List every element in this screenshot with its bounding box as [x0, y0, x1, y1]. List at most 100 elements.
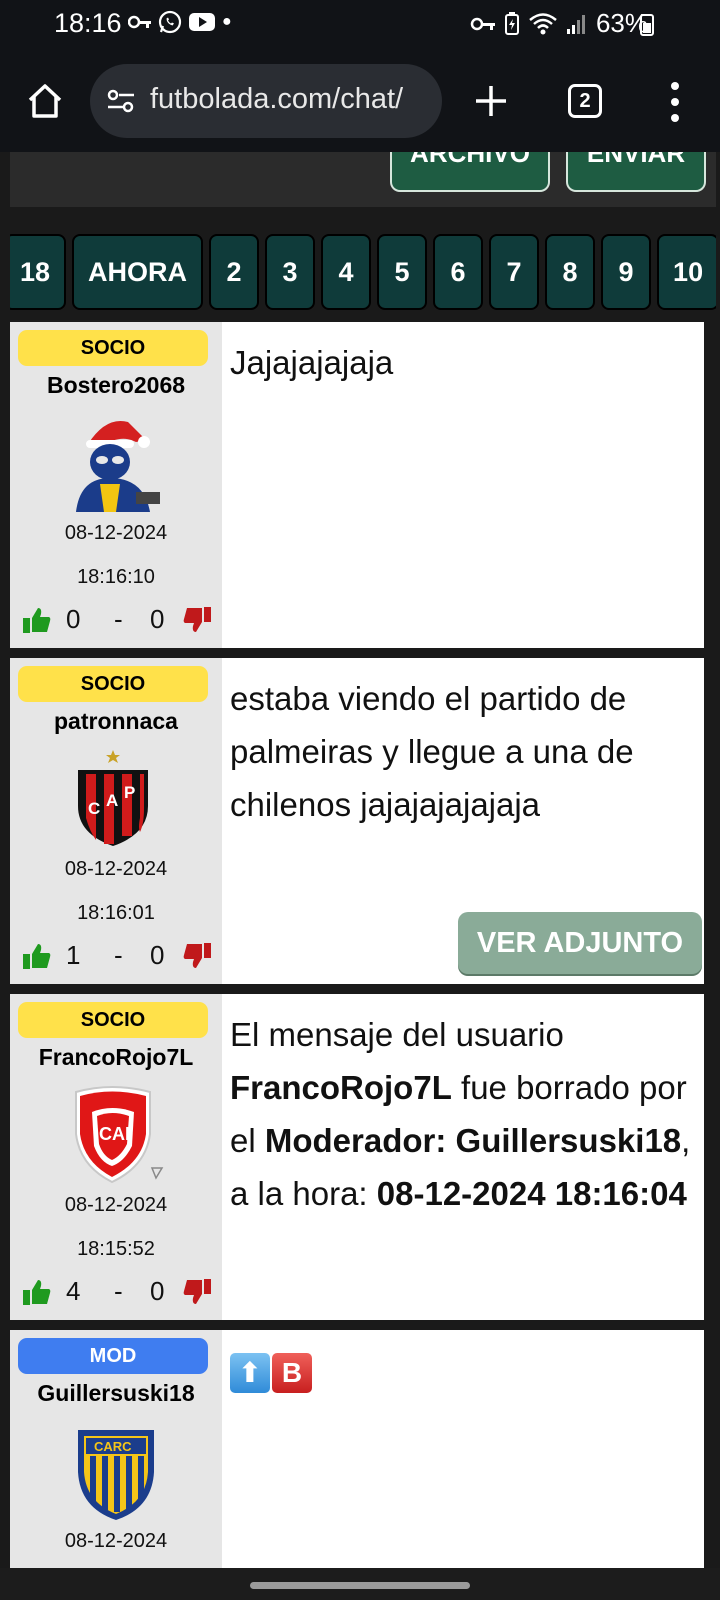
enviar-button[interactable]: ENVIAR [566, 152, 706, 192]
status-time: 18:16 [54, 8, 122, 38]
archivo-label: ARCHIVO [410, 152, 530, 168]
message-author-panel: SOCIO Bostero2068 08-12-2024 18:16:10 0 … [10, 322, 222, 648]
thumbs-up-icon[interactable] [22, 606, 52, 634]
site-settings-icon[interactable] [106, 88, 136, 114]
message-author-panel: MOD Guillersuski18 CARC 08-12-2024 [10, 1330, 222, 1568]
username[interactable]: patronnaca [10, 708, 222, 735]
svg-text:CAI: CAI [99, 1124, 130, 1144]
browser-toolbar: futbolada.com/chat/ 2 [0, 52, 720, 152]
thumbs-up-icon[interactable] [22, 942, 52, 970]
system-icons: 63% [470, 8, 648, 39]
deleted-user: FrancoRojo7L [230, 1069, 452, 1106]
pagination-row: 18 AHORA 2 3 4 5 6 7 8 9 10 [10, 234, 716, 310]
likes-count: 0 [66, 604, 81, 634]
svg-text:CARC: CARC [94, 1439, 132, 1454]
deleted-timestamp: 08-12-2024 18:16:04 [376, 1175, 687, 1212]
battery-icon [640, 14, 654, 36]
enviar-label: ENVIAR [586, 152, 686, 168]
thumbs-down-icon[interactable] [182, 942, 212, 970]
vpn-key-icon [470, 17, 495, 30]
page-button[interactable]: 9 [601, 234, 652, 310]
message-time: 18:16:01 [77, 902, 155, 924]
thumbs-down-icon[interactable] [182, 606, 212, 634]
dislikes-count: 0 [150, 1276, 165, 1306]
username[interactable]: FrancoRojo7L [10, 1044, 222, 1071]
message-date: 08-12-2024 [64, 522, 168, 544]
page-button[interactable]: 3 [265, 234, 316, 310]
svg-text:P: P [124, 783, 135, 802]
message-time: 18:15:52 [77, 1238, 155, 1260]
avatar[interactable] [66, 412, 166, 512]
b-button-emoji-icon: B [272, 1353, 312, 1394]
wifi-icon [529, 12, 557, 34]
likes-count: 4 [66, 1276, 81, 1306]
role-badge: SOCIO [18, 666, 208, 702]
message-date: 08-12-2024 [64, 1194, 168, 1216]
likes-count: 1 [66, 940, 81, 970]
chat-message: SOCIO Bostero2068 08-12-2024 18:16:10 0 … [10, 322, 704, 648]
dislikes-count: 0 [150, 604, 165, 634]
message-time: 18:16:10 [77, 566, 155, 588]
avatar[interactable]: CAI [66, 1084, 166, 1184]
page-button[interactable]: 10 [657, 234, 716, 310]
page-button[interactable]: AHORA [72, 234, 204, 310]
page-button[interactable]: 6 [433, 234, 484, 310]
page-button[interactable]: 4 [321, 234, 372, 310]
role-badge: MOD [18, 1338, 208, 1374]
page-button[interactable]: 2 [209, 234, 260, 310]
svg-text:C: C [88, 799, 100, 818]
status-bar: 18:16 ● 63% [0, 0, 720, 52]
vote-bar: 4 - 0 [22, 1276, 212, 1310]
gesture-nav-bar [0, 1568, 720, 1600]
vote-bar: 0 - 0 [22, 604, 212, 638]
message-date: 08-12-2024 [64, 858, 168, 880]
svg-text:A: A [106, 791, 118, 810]
chat-form: ARCHIVO ENVIAR [10, 152, 716, 207]
username[interactable]: Guillersuski18 [10, 1380, 222, 1407]
message-body: Jajajajajaja [230, 344, 394, 381]
ver-adjunto-button[interactable]: VER ADJUNTO [458, 912, 702, 974]
message-author-panel: SOCIO patronnaca C A P 08-12-2024 18:16:… [10, 658, 222, 984]
message-date: 08-12-2024 [64, 1530, 168, 1552]
home-gesture-handle[interactable] [250, 1582, 470, 1589]
role-badge: SOCIO [18, 330, 208, 366]
deleted-text-1: El mensaje del usuario [230, 1016, 564, 1053]
home-icon[interactable] [26, 82, 64, 120]
message-body: estaba viendo el partido de palmeiras y … [222, 658, 704, 984]
url-text: futbolada.com/chat/ [150, 83, 404, 115]
notification-icons: ● [128, 10, 232, 34]
more-menu-icon[interactable] [668, 80, 682, 124]
up-arrow-emoji-icon: ⬆ [230, 1353, 270, 1394]
whatsapp-icon [158, 10, 182, 34]
message-text: estaba viendo el partido de palmeiras y … [230, 680, 634, 823]
vote-separator: - [114, 940, 123, 970]
moderator-label: Moderador: Guillersuski18 [264, 1122, 682, 1159]
page-button[interactable]: 7 [489, 234, 540, 310]
dot-icon: ● [222, 13, 232, 30]
message-author-panel: SOCIO FrancoRojo7L CAI 08-12-2024 18:15:… [10, 994, 222, 1320]
message-body: El mensaje del usuario FrancoRojo7L fue … [222, 994, 704, 1320]
page-button[interactable]: 5 [377, 234, 428, 310]
chat-page: ARCHIVO ENVIAR 18 AHORA 2 3 4 5 6 7 8 9 10 SOCIO B… [0, 152, 720, 1568]
thumbs-up-icon[interactable] [22, 1278, 52, 1306]
page-button[interactable]: 8 [545, 234, 596, 310]
new-tab-icon[interactable] [470, 80, 512, 122]
key-icon [128, 15, 151, 29]
chat-message: SOCIO FrancoRojo7L CAI 08-12-2024 18:15:… [10, 994, 704, 1320]
vote-bar: 1 - 0 [22, 940, 212, 974]
archivo-button[interactable]: ARCHIVO [390, 152, 550, 192]
tab-switcher-button[interactable]: 2 [568, 84, 602, 118]
page-button[interactable]: 18 [10, 234, 67, 310]
youtube-icon [189, 13, 215, 31]
chat-message: MOD Guillersuski18 CARC 08-12-2024 ⬆ B [10, 1330, 704, 1568]
chat-message: SOCIO patronnaca C A P 08-12-2024 18:16:… [10, 658, 704, 984]
username[interactable]: Bostero2068 [10, 372, 222, 399]
avatar[interactable]: CARC [66, 1420, 166, 1520]
dislikes-count: 0 [150, 940, 165, 970]
avatar[interactable]: C A P [66, 748, 166, 848]
thumbs-down-icon[interactable] [182, 1278, 212, 1306]
address-bar[interactable]: futbolada.com/chat/ [90, 64, 442, 138]
signal-icon [566, 14, 585, 34]
pagination: 18 AHORA 2 3 4 5 6 7 8 9 10 [10, 234, 716, 312]
vote-separator: - [114, 1276, 123, 1306]
